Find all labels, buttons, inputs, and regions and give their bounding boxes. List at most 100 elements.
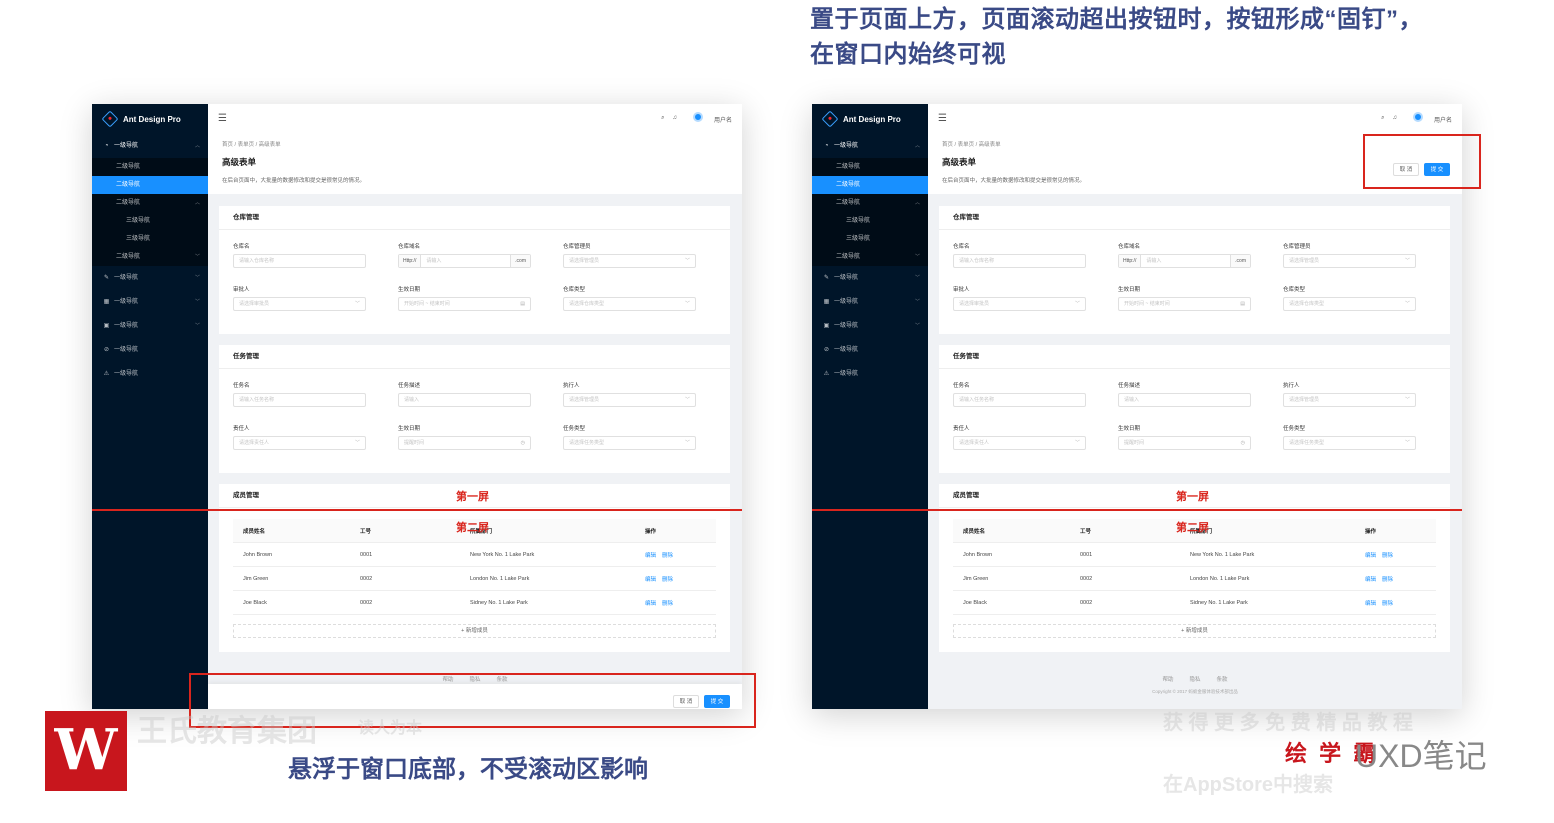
sidebar-item-nav4[interactable]: ▣ 一级导航 ﹀: [812, 314, 928, 338]
input-prefix: Http://: [399, 255, 422, 267]
sidebar-item-l2b[interactable]: 二级导航: [812, 176, 928, 194]
task-name-input[interactable]: 请输入任务名称: [953, 393, 1086, 407]
task-time-picker[interactable]: 提醒时间 ◷: [398, 436, 531, 450]
sidebar-item-l2b[interactable]: 二级导航: [92, 176, 208, 194]
sidebar-item-l2c[interactable]: 二级导航 ︿: [812, 194, 928, 212]
screen-divider-b: [812, 509, 1462, 511]
watermark-search: 在AppStore中搜索: [1163, 774, 1333, 796]
sidebar-item-nav2[interactable]: ✎ 一级导航 ﹀: [812, 266, 928, 290]
footer-help-link[interactable]: 帮助: [1162, 677, 1173, 683]
warehouse-type-select[interactable]: 请选择仓库类型 ﹀: [563, 297, 696, 311]
placeholder: 请选择任务类型: [1289, 440, 1325, 446]
task-time-picker[interactable]: 提醒时间 ◷: [1118, 436, 1251, 450]
warehouse-type-field: 仓库类型 请选择仓库类型 ﹀: [563, 285, 696, 311]
sidebar-item-nav4[interactable]: ▣ 一级导航 ﹀: [92, 314, 208, 338]
task-owner-select[interactable]: 请选择责任人 ﹀: [233, 436, 366, 450]
delete-link[interactable]: 删除: [1382, 601, 1393, 607]
chevron-up-icon: ︿: [914, 143, 920, 149]
search-icon[interactable]: ⌕: [661, 115, 664, 122]
sidebar-item-l2d[interactable]: 二级导航 ﹀: [92, 248, 208, 266]
warehouse-name-input[interactable]: 请输入仓库名称: [953, 254, 1086, 268]
cell-name: Jim Green: [963, 575, 989, 582]
sidebar-item-l3b[interactable]: 三级导航: [812, 230, 928, 248]
sidebar-item-l2a[interactable]: 二级导航: [812, 158, 928, 176]
field-label: 生效日期: [1118, 426, 1141, 432]
warning-icon: ⚠: [103, 371, 110, 377]
footer-privacy-link[interactable]: 隐私: [1189, 677, 1200, 683]
field-label: 任务描述: [398, 383, 421, 389]
sidebar-item-nav1[interactable]: ◔ 一级导航 ︿: [92, 134, 208, 158]
footer-terms-link[interactable]: 条款: [1217, 677, 1228, 683]
delete-link[interactable]: 删除: [1382, 577, 1393, 583]
sidebar-item-nav6[interactable]: ⚠ 一级导航: [812, 362, 928, 386]
menu-fold-icon[interactable]: ☰: [938, 113, 947, 124]
add-member-button[interactable]: + 新增成员: [953, 624, 1436, 638]
cell-id: 0001: [1080, 551, 1093, 558]
sidebar-item-nav3[interactable]: ▦ 一级导航 ﹀: [812, 290, 928, 314]
logo[interactable]: Ant Design Pro: [812, 104, 928, 134]
warehouse-domain-input[interactable]: Http:// 请输入 .com: [398, 254, 531, 268]
warehouse-date-picker[interactable]: 开始时间 ~ 结束时间 ▤: [1118, 297, 1251, 311]
placeholder: 请输入: [1146, 258, 1162, 264]
task-type-select[interactable]: 请选择任务类型 ﹀: [1283, 436, 1416, 450]
task-exec-select[interactable]: 请选择管理员 ﹀: [563, 393, 696, 407]
task-name-input[interactable]: 请输入任务名称: [233, 393, 366, 407]
task-owner-select[interactable]: 请选择责任人 ﹀: [953, 436, 1086, 450]
delete-link[interactable]: 删除: [1382, 553, 1393, 559]
highlight-sticky-buttons: [1363, 134, 1481, 189]
warehouse-admin-select[interactable]: 请选择管理员 ﹀: [563, 254, 696, 268]
task-desc-input[interactable]: 请输入: [1118, 393, 1251, 407]
sidebar-item-l2a[interactable]: 二级导航: [92, 158, 208, 176]
warehouse-date-picker[interactable]: 开始时间 ~ 结束时间 ▤: [398, 297, 531, 311]
warehouse-type-select[interactable]: 请选择仓库类型 ﹀: [1283, 297, 1416, 311]
menu-fold-icon[interactable]: ☰: [218, 113, 227, 124]
bell-icon[interactable]: ♫: [1392, 115, 1397, 121]
task-type-select[interactable]: 请选择任务类型 ﹀: [563, 436, 696, 450]
edit-link[interactable]: 编辑: [1365, 553, 1376, 559]
warehouse-admin-select[interactable]: 请选择管理员 ﹀: [1283, 254, 1416, 268]
warehouse-name-input[interactable]: 请输入仓库名称: [233, 254, 366, 268]
approver-select[interactable]: 请选择审批员 ﹀: [953, 297, 1086, 311]
user-menu[interactable]: 用户名: [685, 112, 732, 124]
warehouse-name-field: 仓库名 请输入仓库名称: [233, 242, 366, 268]
edit-link[interactable]: 编辑: [1365, 601, 1376, 607]
field-label: 任务类型: [1283, 426, 1306, 432]
menu-label: 一级导航: [834, 143, 859, 149]
sidebar-item-l2d[interactable]: 二级导航 ﹀: [812, 248, 928, 266]
placeholder: 请输入: [1124, 397, 1140, 403]
profile-icon: ▣: [103, 323, 110, 329]
edit-link[interactable]: 编辑: [645, 601, 656, 607]
delete-link[interactable]: 删除: [662, 577, 673, 583]
delete-link[interactable]: 删除: [662, 553, 673, 559]
sidebar-item-l3a[interactable]: 三级导航: [812, 212, 928, 230]
sidebar-item-nav5[interactable]: ⊘ 一级导航: [812, 338, 928, 362]
add-member-button[interactable]: + 新增成员: [233, 624, 716, 638]
edit-link[interactable]: 编辑: [645, 577, 656, 583]
sidebar-item-nav1[interactable]: ◔ 一级导航 ︿: [812, 134, 928, 158]
sidebar-item-l3b[interactable]: 三级导航: [92, 230, 208, 248]
sidebar-item-nav5[interactable]: ⊘ 一级导航: [92, 338, 208, 362]
warehouse-domain-field: 仓库域名 Http:// 请输入 .com: [1118, 242, 1251, 268]
task-exec-select[interactable]: 请选择管理员 ﹀: [1283, 393, 1416, 407]
task-desc-input[interactable]: 请输入: [398, 393, 531, 407]
placeholder: 请选择仓库类型: [569, 301, 605, 307]
sidebar-item-nav3[interactable]: ▦ 一级导航 ﹀: [92, 290, 208, 314]
cell-name: John Brown: [243, 551, 273, 558]
approver-select[interactable]: 请选择审批员 ﹀: [233, 297, 366, 311]
sidebar-item-l2c[interactable]: 二级导航 ︿: [92, 194, 208, 212]
edit-link[interactable]: 编辑: [1365, 577, 1376, 583]
search-icon[interactable]: ⌕: [1381, 115, 1384, 122]
chevron-down-icon: ﹀: [1074, 440, 1080, 446]
logo[interactable]: Ant Design Pro: [92, 104, 208, 134]
sidebar-item-nav6[interactable]: ⚠ 一级导航: [92, 362, 208, 386]
bell-icon[interactable]: ♫: [672, 115, 677, 121]
sidebar-item-nav2[interactable]: ✎ 一级导航 ﹀: [92, 266, 208, 290]
column-header: 所属部门: [470, 528, 493, 535]
edit-link[interactable]: 编辑: [645, 553, 656, 559]
cell-id: 0001: [360, 551, 373, 558]
user-menu[interactable]: 用户名: [1405, 112, 1452, 124]
task-card: 任务管理 任务名 请输入任务名称 任务描述 请输入 执行人 请选择管理员 ﹀ 责任人 请选…: [219, 345, 730, 473]
sidebar-item-l3a[interactable]: 三级导航: [92, 212, 208, 230]
delete-link[interactable]: 删除: [662, 601, 673, 607]
warehouse-domain-input[interactable]: Http:// 请输入 .com: [1118, 254, 1251, 268]
